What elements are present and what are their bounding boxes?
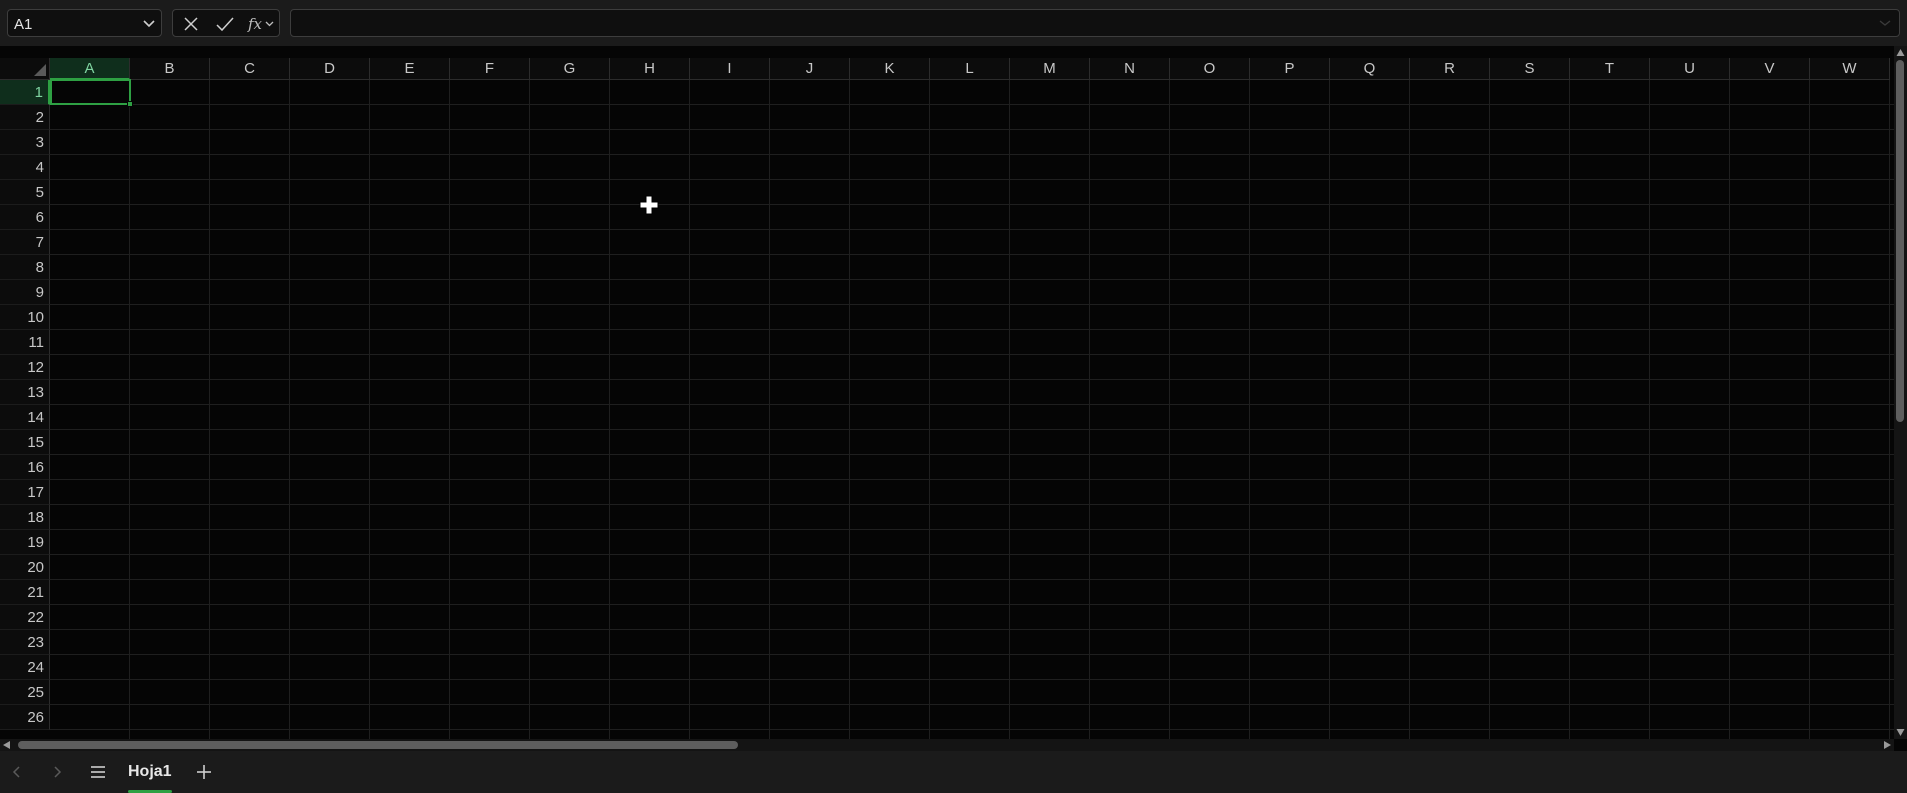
column-header-v[interactable]: V <box>1730 58 1810 80</box>
row-header-9[interactable]: 9 <box>0 280 50 305</box>
cell-grid[interactable] <box>50 80 1894 739</box>
plus-icon <box>197 765 211 779</box>
vertical-scroll-thumb[interactable] <box>1896 60 1904 422</box>
column-header-o[interactable]: O <box>1170 58 1250 80</box>
scroll-down-arrow-icon[interactable] <box>1896 727 1905 739</box>
spreadsheet-app: A1 fx A B C D E F G H I J K L M N O P Q … <box>0 0 1907 793</box>
formula-controls: fx <box>172 9 280 37</box>
column-header-b[interactable]: B <box>130 58 210 80</box>
row-header-22[interactable]: 22 <box>0 605 50 630</box>
row-headers: 1 2 3 4 5 6 7 8 9 10 11 12 13 14 15 16 17 18 19 20 21 22 23 24 2… <box>0 80 50 739</box>
chevron-down-icon <box>265 21 274 27</box>
scroll-up-arrow-icon[interactable] <box>1896 46 1905 58</box>
row-header-20[interactable]: 20 <box>0 555 50 580</box>
sheet-tab-label: Hoja1 <box>128 763 172 780</box>
row-header-3[interactable]: 3 <box>0 130 50 155</box>
name-box[interactable]: A1 <box>7 9 162 37</box>
horizontal-scrollbar[interactable] <box>0 739 1894 751</box>
row-header-11[interactable]: 11 <box>0 330 50 355</box>
column-header-s[interactable]: S <box>1490 58 1570 80</box>
column-header-t[interactable]: T <box>1570 58 1650 80</box>
sheet-tab-hoja1[interactable]: Hoja1 <box>126 751 174 793</box>
sheet-grid: ABCDEFGHIJKLMNOPQRSTUVW 1 2 3 4 5 6 7 8 9 10 11 12 1… <box>0 58 1894 739</box>
column-header-q[interactable]: Q <box>1330 58 1410 80</box>
column-header-a[interactable]: A <box>50 58 130 80</box>
column-header-j[interactable]: J <box>770 58 850 80</box>
column-header-p[interactable]: P <box>1250 58 1330 80</box>
row-header-5[interactable]: 5 <box>0 180 50 205</box>
column-header-f[interactable]: F <box>450 58 530 80</box>
row-header-1[interactable]: 1 <box>0 80 50 105</box>
row-header-6[interactable]: 6 <box>0 205 50 230</box>
row-header-8[interactable]: 8 <box>0 255 50 280</box>
column-header-g[interactable]: G <box>530 58 610 80</box>
chevron-down-icon[interactable] <box>142 18 156 30</box>
row-header-18[interactable]: 18 <box>0 505 50 530</box>
row-header-7[interactable]: 7 <box>0 230 50 255</box>
insert-function-button[interactable]: fx <box>245 14 277 34</box>
chevron-left-icon <box>12 766 20 778</box>
row-header-15[interactable]: 15 <box>0 430 50 455</box>
select-all-corner[interactable] <box>0 58 50 80</box>
cancel-button[interactable] <box>179 14 203 34</box>
function-label: fx <box>247 15 262 33</box>
active-cell[interactable] <box>50 79 131 105</box>
row-header-19[interactable]: 19 <box>0 530 50 555</box>
column-header-m[interactable]: M <box>1010 58 1090 80</box>
hamburger-menu-icon <box>91 766 105 778</box>
row-header-25[interactable]: 25 <box>0 680 50 705</box>
column-header-u[interactable]: U <box>1650 58 1730 80</box>
row-header-21[interactable]: 21 <box>0 580 50 605</box>
x-icon <box>184 17 198 31</box>
scroll-left-arrow-icon[interactable] <box>2 740 12 750</box>
row-header-26[interactable]: 26 <box>0 705 50 730</box>
horizontal-scroll-thumb[interactable] <box>18 741 738 749</box>
previous-sheet-button[interactable] <box>8 763 26 781</box>
next-sheet-button[interactable] <box>48 763 66 781</box>
row-header-14[interactable]: 14 <box>0 405 50 430</box>
column-headers: ABCDEFGHIJKLMNOPQRSTUVW <box>50 58 1894 80</box>
column-header-h[interactable]: H <box>610 58 690 80</box>
column-header-n[interactable]: N <box>1090 58 1170 80</box>
column-header-d[interactable]: D <box>290 58 370 80</box>
cell-select-cross-icon <box>639 195 659 215</box>
row-header-4[interactable]: 4 <box>0 155 50 180</box>
row-header-13[interactable]: 13 <box>0 380 50 405</box>
column-header-k[interactable]: K <box>850 58 930 80</box>
column-header-e[interactable]: E <box>370 58 450 80</box>
row-header-23[interactable]: 23 <box>0 630 50 655</box>
column-header-l[interactable]: L <box>930 58 1010 80</box>
column-header-i[interactable]: I <box>690 58 770 80</box>
column-header-w[interactable]: W <box>1810 58 1890 80</box>
check-icon <box>216 17 234 32</box>
row-header-10[interactable]: 10 <box>0 305 50 330</box>
vertical-scrollbar[interactable] <box>1894 46 1907 739</box>
scroll-right-arrow-icon[interactable] <box>1882 740 1892 750</box>
select-all-triangle-icon <box>34 64 46 76</box>
column-header-r[interactable]: R <box>1410 58 1490 80</box>
column-header-c[interactable]: C <box>210 58 290 80</box>
name-box-value: A1 <box>14 16 33 33</box>
enter-button[interactable] <box>213 14 237 34</box>
chevron-right-icon <box>54 766 62 778</box>
add-sheet-button[interactable] <box>194 763 214 781</box>
row-header-16[interactable]: 16 <box>0 455 50 480</box>
formula-bar: A1 fx <box>0 0 1907 46</box>
sheet-tab-bar: Hoja1 <box>0 751 1907 793</box>
all-sheets-button[interactable] <box>87 763 109 781</box>
expand-chevron-icon[interactable] <box>1879 18 1891 28</box>
row-header-12[interactable]: 12 <box>0 355 50 380</box>
row-header-2[interactable]: 2 <box>0 105 50 130</box>
formula-input[interactable] <box>290 9 1900 37</box>
fill-handle[interactable] <box>127 101 133 107</box>
row-header-17[interactable]: 17 <box>0 480 50 505</box>
row-header-24[interactable]: 24 <box>0 655 50 680</box>
